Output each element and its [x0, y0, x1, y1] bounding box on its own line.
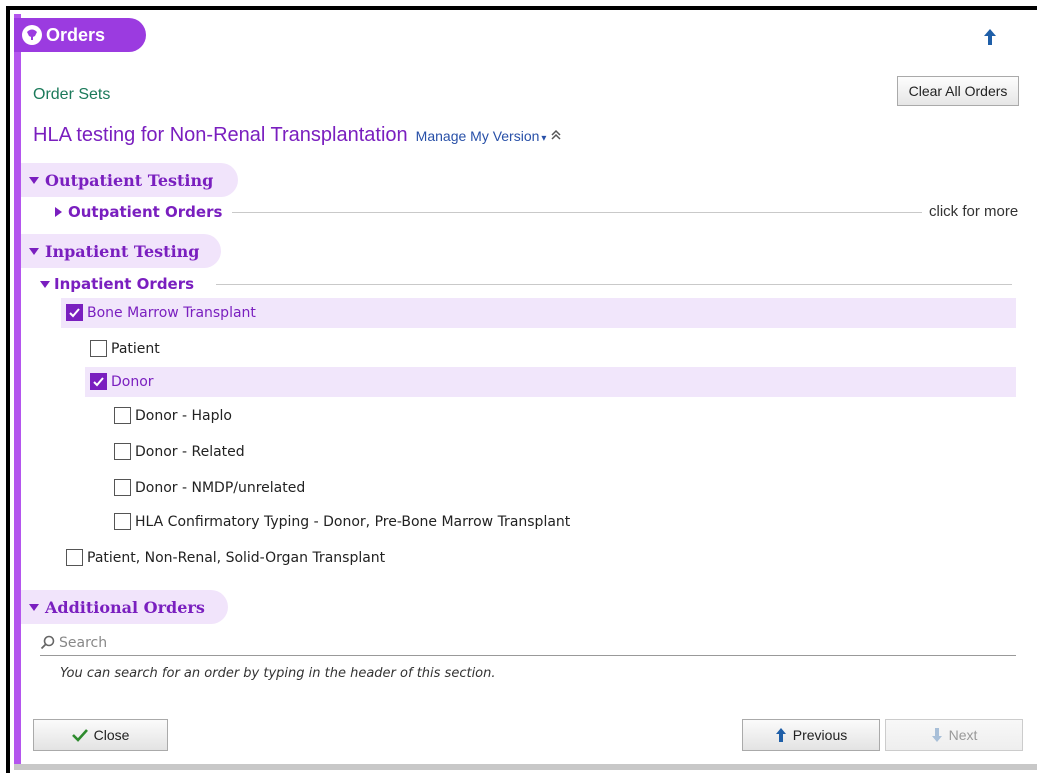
- clear-all-orders-button[interactable]: Clear All Orders: [897, 76, 1019, 106]
- order-label: Patient: [111, 340, 160, 357]
- section-accent-rail: [14, 14, 21, 766]
- order-label: Donor - NMDP/unrelated: [135, 479, 306, 496]
- order-label: HLA Confirmatory Typing - Donor, Pre-Bon…: [135, 513, 571, 530]
- group-label: Inpatient Orders: [54, 275, 195, 293]
- search-icon: [40, 635, 55, 650]
- section-label: Outpatient Testing: [45, 170, 214, 190]
- close-button-label: Close: [93, 727, 130, 743]
- group-inpatient-orders[interactable]: Inpatient Orders: [40, 275, 194, 293]
- next-button[interactable]: Next: [885, 719, 1023, 751]
- click-for-more-link[interactable]: click for more: [929, 203, 1018, 220]
- order-hla-confirmatory-typing[interactable]: HLA Confirmatory Typing - Donor, Pre-Bon…: [114, 513, 570, 530]
- expand-caret-icon: [29, 176, 39, 184]
- order-sets-heading: Order Sets: [33, 86, 111, 103]
- arrow-up-icon: [775, 728, 786, 742]
- order-patient-solid-organ[interactable]: Patient, Non-Renal, Solid-Organ Transpla…: [66, 549, 385, 566]
- section-label: Additional Orders: [45, 597, 205, 617]
- group-divider: [232, 212, 922, 213]
- checkbox-icon[interactable]: [114, 443, 131, 460]
- order-patient[interactable]: Patient: [90, 340, 160, 357]
- checkbox-checked-icon[interactable]: [90, 373, 107, 390]
- collapsed-caret-icon: [55, 207, 62, 217]
- order-set-title-row: HLA testing for Non-Renal Transplantatio…: [33, 124, 562, 147]
- expand-caret-icon: [29, 247, 39, 255]
- panel-bottom-edge: [14, 764, 1037, 770]
- order-bone-marrow-transplant[interactable]: Bone Marrow Transplant: [66, 304, 256, 321]
- collapse-up-icon[interactable]: [550, 129, 562, 145]
- selected-row-highlight: [85, 367, 1016, 397]
- section-additional-orders[interactable]: Additional Orders: [21, 590, 228, 624]
- group-label: Outpatient Orders: [68, 203, 223, 221]
- order-label: Bone Marrow Transplant: [87, 304, 256, 321]
- orders-icon: [22, 25, 42, 45]
- order-label: Donor - Related: [135, 443, 245, 460]
- order-donor[interactable]: Donor: [90, 373, 154, 390]
- section-label: Inpatient Testing: [45, 241, 200, 261]
- orders-panel: Orders Order Sets Clear All Orders HLA t…: [0, 0, 1037, 773]
- order-donor-haplo[interactable]: Donor - Haplo: [114, 407, 232, 424]
- group-divider: [216, 284, 1012, 285]
- next-button-label: Next: [948, 727, 978, 743]
- order-label: Patient, Non-Renal, Solid-Organ Transpla…: [87, 549, 386, 566]
- order-label: Donor: [111, 373, 154, 390]
- orders-header: Orders: [14, 18, 146, 52]
- previous-button[interactable]: Previous: [742, 719, 880, 751]
- order-donor-related[interactable]: Donor - Related: [114, 443, 245, 460]
- arrow-down-icon: [931, 728, 942, 742]
- orders-title: Orders: [46, 24, 106, 45]
- checkmark-icon: [71, 729, 88, 742]
- expand-caret-icon: [40, 280, 50, 288]
- manage-dropdown-caret-icon[interactable]: ▾: [541, 133, 546, 144]
- checkbox-icon[interactable]: [114, 407, 131, 424]
- checkbox-icon[interactable]: [90, 340, 107, 357]
- scroll-to-top-icon[interactable]: [983, 28, 997, 46]
- order-label: Donor - Haplo: [135, 407, 232, 424]
- previous-button-label: Previous: [792, 727, 848, 743]
- section-outpatient-testing[interactable]: Outpatient Testing: [21, 163, 238, 197]
- order-set-title: HLA testing for Non-Renal Transplantatio…: [33, 124, 408, 146]
- checkbox-icon[interactable]: [66, 549, 83, 566]
- group-outpatient-orders[interactable]: Outpatient Orders: [55, 203, 222, 221]
- section-inpatient-testing[interactable]: Inpatient Testing: [21, 234, 221, 268]
- window-border-left: [6, 6, 10, 773]
- checkbox-checked-icon[interactable]: [66, 304, 83, 321]
- close-button[interactable]: Close: [33, 719, 168, 751]
- order-search-box[interactable]: [40, 630, 1016, 656]
- checkbox-icon[interactable]: [114, 513, 131, 530]
- search-hint: You can search for an order by typing in…: [60, 666, 496, 681]
- checkbox-icon[interactable]: [114, 479, 131, 496]
- expand-caret-icon: [29, 603, 39, 611]
- window-border-top: [6, 6, 1037, 10]
- order-donor-nmdp[interactable]: Donor - NMDP/unrelated: [114, 479, 305, 496]
- manage-my-version-link[interactable]: Manage My Version: [416, 128, 540, 144]
- search-input[interactable]: [59, 634, 959, 651]
